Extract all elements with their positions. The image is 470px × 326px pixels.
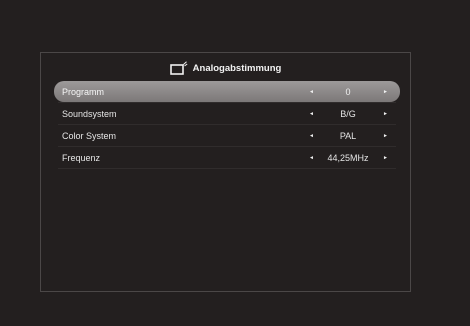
row-programm[interactable]: Programm ◄ 0 ►: [54, 81, 400, 102]
arrow-left-icon[interactable]: ◄: [309, 89, 314, 95]
row-label: Color System: [62, 130, 117, 141]
row-value: PAL: [339, 130, 357, 141]
arrow-right-icon[interactable]: ►: [383, 155, 388, 161]
row-color-system[interactable]: Color System ◄ PAL ►: [54, 125, 400, 146]
arrow-right-icon[interactable]: ►: [383, 89, 388, 95]
divider: [58, 168, 396, 169]
settings-list: Programm ◄ 0 ► Soundsystem ◄ B/G ► Color…: [54, 81, 400, 169]
row-label: Frequenz: [62, 152, 101, 163]
dialog-title: Analogabstimmung: [192, 62, 282, 74]
row-label: Programm: [62, 86, 105, 97]
analog-tuning-dialog: Analogabstimmung Programm ◄ 0 ► Soundsys…: [40, 52, 411, 292]
arrow-left-icon[interactable]: ◄: [309, 155, 314, 161]
tv-antenna-icon: [169, 61, 188, 75]
row-value: 0: [345, 86, 351, 97]
row-frequenz[interactable]: Frequenz ◄ 44,25MHz ►: [54, 147, 400, 168]
arrow-left-icon[interactable]: ◄: [309, 133, 314, 139]
arrow-left-icon[interactable]: ◄: [309, 111, 314, 117]
row-value: 44,25MHz: [327, 152, 369, 163]
row-value: B/G: [340, 108, 356, 119]
row-soundsystem[interactable]: Soundsystem ◄ B/G ►: [54, 103, 400, 124]
row-label: Soundsystem: [62, 108, 117, 119]
arrow-right-icon[interactable]: ►: [383, 111, 388, 117]
arrow-right-icon[interactable]: ►: [383, 133, 388, 139]
dialog-header: Analogabstimmung: [41, 57, 410, 79]
